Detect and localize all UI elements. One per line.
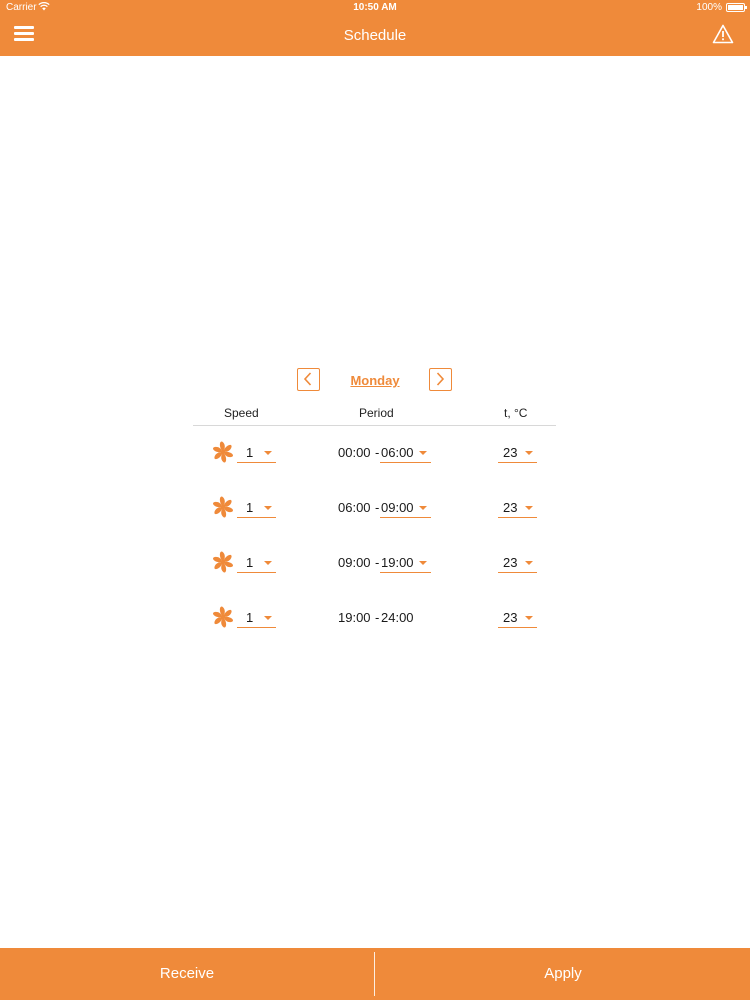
speed-value: 1: [246, 610, 254, 625]
caret-down-icon: [525, 506, 533, 510]
temperature-dropdown[interactable]: 23: [498, 441, 537, 463]
caret-down-icon: [264, 506, 272, 510]
apply-button[interactable]: Apply: [376, 948, 750, 1000]
schedule-header: Speed Period t, °C: [193, 406, 556, 426]
caret-down-icon: [264, 451, 272, 455]
fan-icon: [213, 496, 233, 518]
period-start: 00:00: [338, 445, 371, 460]
period-separator: -: [375, 555, 380, 570]
temperature-dropdown[interactable]: 23: [498, 496, 537, 518]
caret-down-icon: [264, 616, 272, 620]
period-start: 06:00: [338, 500, 371, 515]
speed-dropdown[interactable]: 1: [237, 606, 276, 628]
speed-dropdown[interactable]: 1: [237, 496, 276, 518]
receive-button[interactable]: Receive: [0, 948, 374, 1000]
temperature-dropdown[interactable]: 23: [498, 606, 537, 628]
temperature-dropdown[interactable]: 23: [498, 551, 537, 573]
speed-value: 1: [246, 445, 254, 460]
clock: 10:50 AM: [353, 2, 397, 13]
bottom-action-bar: Receive Apply: [0, 948, 750, 1000]
temperature-value: 23: [503, 610, 518, 625]
period-start: 19:00: [338, 610, 371, 625]
period-separator: -: [375, 500, 380, 515]
schedule-row: 1 06:00 - 09:00 23: [0, 495, 750, 525]
day-navigator: Monday: [0, 368, 750, 394]
caret-down-icon: [525, 561, 533, 565]
period-separator: -: [375, 445, 380, 460]
page-title: Schedule: [343, 27, 407, 44]
warning-triangle-icon[interactable]: [712, 24, 734, 44]
period-separator: -: [375, 610, 380, 625]
period-end: 24:00: [381, 610, 414, 625]
status-bar: Carrier 10:50 AM 100%: [0, 0, 750, 16]
chevron-left-icon: [303, 372, 312, 386]
chevron-right-icon: [436, 372, 445, 386]
fan-icon: [213, 441, 233, 463]
temperature-value: 23: [503, 445, 518, 460]
next-day-button[interactable]: [429, 368, 452, 391]
speed-value: 1: [246, 500, 254, 515]
caret-down-icon: [419, 506, 427, 510]
schedule-row: 1 09:00 - 19:00 23: [0, 550, 750, 580]
period-end-value: 06:00: [381, 445, 414, 460]
temperature-value: 23: [503, 555, 518, 570]
battery-percent: 100%: [696, 2, 722, 13]
period-start: 09:00: [338, 555, 371, 570]
speed-column-header: Speed: [224, 406, 259, 420]
fan-icon: [213, 606, 233, 628]
period-end-dropdown[interactable]: 09:00: [380, 496, 431, 518]
speed-dropdown[interactable]: 1: [237, 441, 276, 463]
period-end-dropdown[interactable]: 06:00: [380, 441, 431, 463]
current-day-link[interactable]: Monday: [330, 373, 420, 388]
fan-icon: [213, 551, 233, 573]
period-column-header: Period: [359, 406, 394, 420]
period-end-dropdown[interactable]: 19:00: [380, 551, 431, 573]
battery-icon: [726, 3, 747, 12]
caret-down-icon: [525, 616, 533, 620]
caret-down-icon: [419, 451, 427, 455]
speed-dropdown[interactable]: 1: [237, 551, 276, 573]
previous-day-button[interactable]: [297, 368, 320, 391]
schedule-row: 1 19:00 - 24:00 23: [0, 605, 750, 635]
caret-down-icon: [525, 451, 533, 455]
speed-value: 1: [246, 555, 254, 570]
navigation-bar: Carrier 10:50 AM 100% Schedule: [0, 0, 750, 56]
temperature-column-header: t, °C: [504, 406, 528, 420]
temperature-value: 23: [503, 500, 518, 515]
schedule-row: 1 00:00 - 06:00 23: [0, 440, 750, 470]
caret-down-icon: [419, 561, 427, 565]
period-end-value: 19:00: [381, 555, 414, 570]
period-end-value: 09:00: [381, 500, 414, 515]
button-divider: [374, 952, 375, 996]
caret-down-icon: [264, 561, 272, 565]
